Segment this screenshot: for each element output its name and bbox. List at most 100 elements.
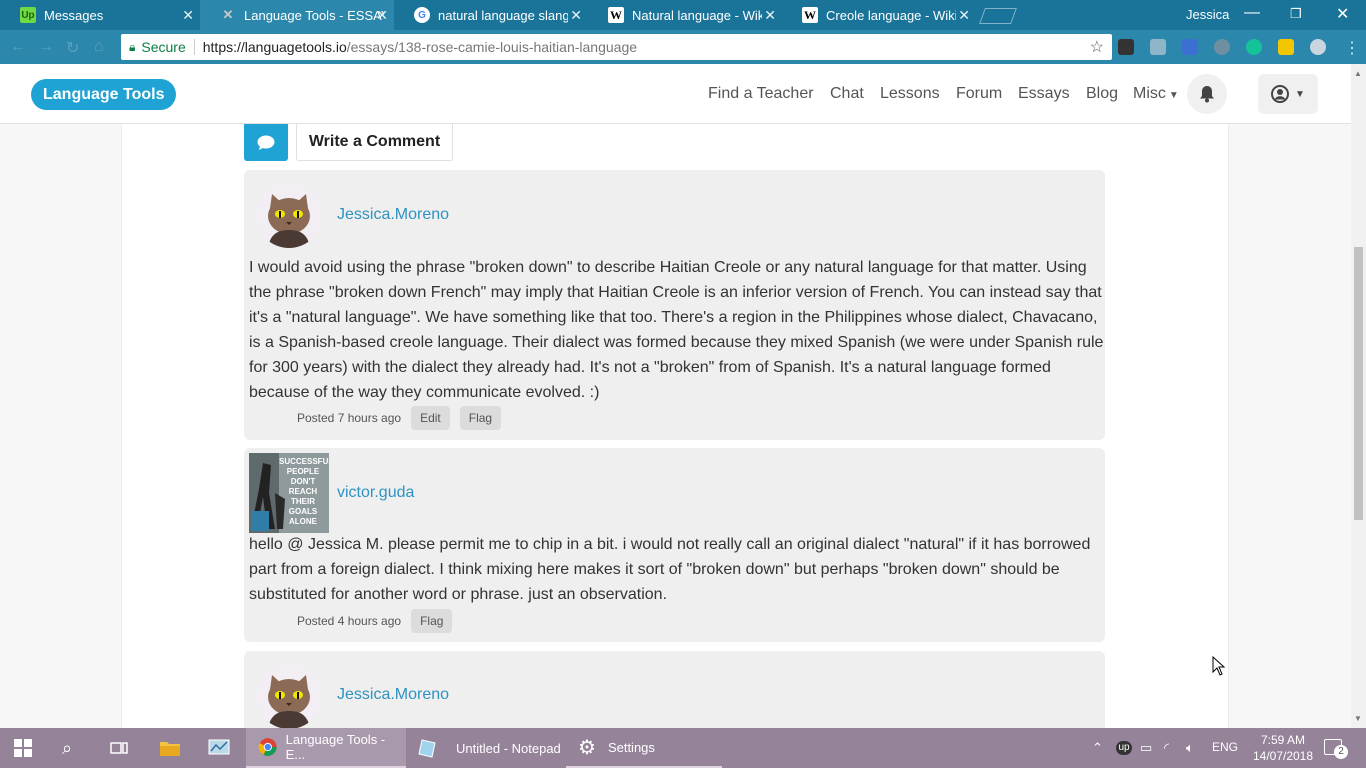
close-window-icon[interactable]: ✕ (1336, 4, 1349, 24)
nav-find-a-teacher[interactable]: Find a Teacher (708, 85, 814, 103)
gear-icon: ⚙ (578, 736, 596, 759)
bookmark-star-icon[interactable]: ☆ (1090, 37, 1104, 57)
tab-natural-language-wiki[interactable]: W Natural language - Wikip ✕ (588, 0, 782, 30)
tab-title: Creole language - Wikipe (826, 7, 956, 23)
back-icon[interactable]: ← (10, 38, 26, 56)
edit-button[interactable]: Edit (411, 406, 450, 430)
close-icon[interactable]: ✕ (376, 7, 388, 24)
url-host: https://languagetools.io (202, 39, 347, 55)
caret-down-icon: ▼ (1295, 88, 1305, 100)
browser-profile-name[interactable]: Jessica (1186, 7, 1229, 22)
user-circle-icon (1271, 85, 1290, 103)
mouse-cursor-icon (1212, 656, 1226, 676)
upwork-icon: Up (20, 7, 36, 23)
posted-time: Posted 7 hours ago (297, 411, 402, 425)
write-comment-button[interactable]: Write a Comment (296, 124, 453, 161)
divider (193, 39, 195, 55)
comment-username[interactable]: Jessica.Moreno (337, 206, 449, 224)
notifications-button[interactable] (1187, 74, 1227, 114)
minimize-icon[interactable]: — (1244, 4, 1260, 22)
tab-language-tools[interactable]: ✕ Language Tools - ESSAYS ✕ (200, 0, 394, 30)
taskbar-app-chrome[interactable]: Language Tools - E... (246, 728, 406, 768)
input-language[interactable]: ENG (1212, 740, 1238, 754)
drive-extension-icon[interactable] (1150, 39, 1166, 55)
reload-icon[interactable]: ↻ (66, 38, 79, 58)
comment-icon (257, 135, 275, 150)
flag-button[interactable]: Flag (411, 609, 453, 633)
tab-title: Messages (44, 7, 104, 23)
comment-card: Jessica.Moreno I would avoid using the p… (244, 170, 1105, 440)
clock-time: 7:59 AM (1260, 733, 1306, 747)
tab-creole-language-wiki[interactable]: W Creole language - Wikipe ✕ (782, 0, 976, 30)
cat-avatar-icon (268, 675, 310, 728)
site-navbar: Language Tools Find a Teacher Chat Lesso… (0, 64, 1351, 124)
tab-google-search[interactable]: G natural language slang - ✕ (394, 0, 588, 30)
windows-logo-icon (14, 739, 32, 757)
url-path: /essays/138-rose-camie-louis-haitian-lan… (346, 39, 638, 55)
extension-icon[interactable] (1214, 39, 1230, 55)
language-tools-icon: ✕ (222, 7, 234, 22)
scroll-up-icon[interactable]: ▲ (1354, 69, 1362, 78)
comment-bubble-button[interactable] (244, 124, 288, 161)
close-icon[interactable]: ✕ (182, 7, 194, 24)
user-menu-button[interactable]: ▼ (1258, 74, 1318, 114)
avatar[interactable] (256, 663, 322, 728)
block-extension-icon[interactable] (1310, 39, 1326, 55)
scroll-down-icon[interactable]: ▼ (1354, 714, 1362, 723)
search-icon[interactable]: ⌕ (62, 728, 72, 768)
upwork-tray-icon[interactable]: up (1116, 741, 1132, 755)
address-bar[interactable]: 🔒︎ Secure https://languagetools.io /essa… (121, 34, 1112, 60)
system-clock[interactable]: 7:59 AM 14/07/2018 (1240, 732, 1326, 764)
file-explorer-icon[interactable] (160, 728, 180, 768)
comment-card: SUCCESSFUL PEOPLE DON'T REACH THEIR GOAL… (244, 448, 1105, 642)
task-view-icon[interactable] (110, 728, 128, 768)
extension-icon[interactable] (1118, 39, 1134, 55)
close-icon[interactable]: ✕ (958, 7, 970, 24)
grammarly-icon[interactable] (1246, 39, 1262, 55)
avatar[interactable]: SUCCESSFUL PEOPLE DON'T REACH THEIR GOAL… (249, 453, 329, 533)
volume-icon[interactable]: 🔈︎ (1186, 740, 1194, 756)
browser-menu-icon[interactable]: ⋮ (1344, 38, 1360, 58)
new-tab-button[interactable] (979, 8, 1017, 24)
avatar[interactable] (256, 182, 322, 248)
nav-lessons[interactable]: Lessons (880, 85, 940, 103)
start-button[interactable] (14, 728, 32, 768)
tray-expand-icon[interactable]: ⌃ (1092, 740, 1103, 756)
page-body: Write a Comment Jessica.Moreno I would a… (0, 124, 1351, 728)
taskbar-app-settings[interactable]: ⚙ Settings (566, 728, 722, 768)
taskbar-app-notepad[interactable]: Untitled - Notepad (406, 728, 566, 768)
taskbar-app-label: Settings (607, 739, 655, 755)
comment-text: hello @ Jessica M. please permit me to c… (249, 536, 1091, 603)
battery-icon[interactable]: ▭ (1140, 740, 1152, 756)
comment-meta: Posted 7 hours ago Edit Flag (297, 406, 502, 430)
home-icon[interactable]: ⌂ (94, 38, 104, 56)
action-center-button[interactable]: 2 (1324, 739, 1348, 759)
caret-down-icon: ▼ (1168, 90, 1179, 101)
nav-chat[interactable]: Chat (830, 85, 864, 103)
scrollbar-thumb[interactable] (1354, 247, 1363, 520)
forward-icon[interactable]: → (38, 38, 54, 56)
tab-title: Language Tools - ESSAYS (244, 7, 384, 23)
flag-button[interactable]: Flag (459, 406, 502, 430)
close-icon[interactable]: ✕ (570, 7, 582, 24)
brand-logo[interactable]: Language Tools (31, 79, 177, 110)
wifi-icon[interactable]: ◜ (1164, 740, 1169, 756)
nav-forum[interactable]: Forum (956, 85, 1002, 103)
cat-avatar-icon (268, 194, 310, 248)
comment-text: I would avoid using the phrase "broken d… (249, 259, 1104, 401)
control-panel-icon[interactable] (208, 728, 230, 768)
nav-misc[interactable]: Misc ▼ (1133, 85, 1179, 103)
windows-taskbar: ⌕ Language Tools - E... Untitled - Notep… (0, 728, 1366, 768)
nav-blog[interactable]: Blog (1086, 85, 1118, 103)
close-icon[interactable]: ✕ (764, 7, 776, 24)
comment-username[interactable]: Jessica.Moreno (337, 686, 449, 704)
nav-essays[interactable]: Essays (1018, 85, 1070, 103)
comment-username[interactable]: victor.guda (337, 484, 414, 502)
extension-icon[interactable] (1182, 39, 1198, 55)
wikipedia-icon: W (802, 7, 818, 23)
tab-title: natural language slang - (438, 7, 568, 23)
restore-icon[interactable]: ❐ (1290, 6, 1302, 22)
extension-icon[interactable] (1278, 39, 1294, 55)
tab-messages[interactable]: Up Messages ✕ (0, 0, 200, 30)
page-scrollbar[interactable]: ▲ ▼ (1351, 64, 1366, 728)
